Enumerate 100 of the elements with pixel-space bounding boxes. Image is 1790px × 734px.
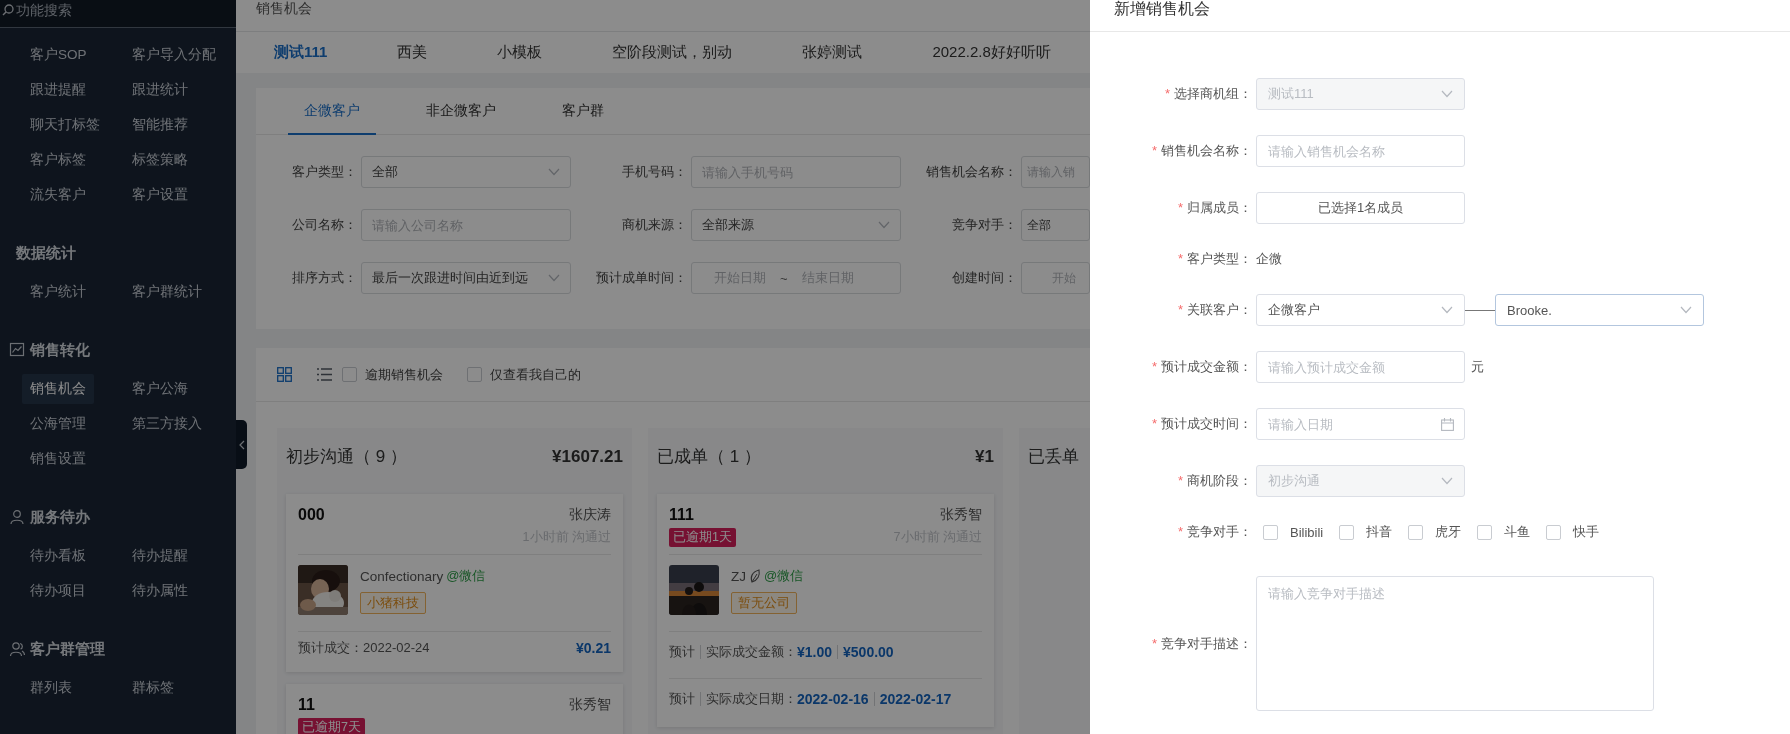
required-mark: * <box>1151 635 1157 651</box>
field-label: 实际成交金额： <box>706 643 797 661</box>
forecast-label: 预计 <box>669 643 695 661</box>
required-mark: * <box>1177 473 1183 488</box>
channel-label: @微信 <box>446 567 486 585</box>
menu-item[interactable]: 待办看板 <box>22 541 94 571</box>
tab[interactable]: 张婷测试 <box>802 43 863 62</box>
input-field[interactable]: 请输入预计成交金额 <box>1256 351 1465 383</box>
modal-overlay[interactable] <box>0 0 1090 734</box>
menu-item[interactable]: 群列表 <box>22 673 80 703</box>
tab[interactable]: 西美 <box>397 43 428 62</box>
collapse-button[interactable] <box>236 420 247 469</box>
field-label: 客户类型： <box>292 164 357 179</box>
required-mark: * <box>1177 302 1183 317</box>
menu-item[interactable]: 待办项目 <box>22 576 94 606</box>
checkbox[interactable] <box>1339 524 1355 540</box>
form-label: 预计成交时间： <box>1161 416 1252 431</box>
card-title: 000 <box>298 506 325 524</box>
menu-item[interactable]: 客户设置 <box>124 180 196 210</box>
company-tag: 暂无公司 <box>731 592 797 614</box>
menu-item[interactable]: 跟进提醒 <box>22 75 94 105</box>
menu-item[interactable]: 聊天打标签 <box>22 110 108 140</box>
form-label: 预计成交金额： <box>1161 359 1252 374</box>
form-label: 商机阶段： <box>1187 473 1252 488</box>
select-field[interactable]: 全部来源 <box>691 209 901 241</box>
form-label: 关联客户： <box>1187 302 1252 317</box>
menu-item[interactable]: 跟进统计 <box>124 75 196 105</box>
chevron-down-icon <box>878 221 890 229</box>
menu-group-title: 销售转化 <box>30 340 90 360</box>
textarea-field[interactable]: 请输入竞争对手描述 <box>1256 576 1654 711</box>
field-label: 商机来源： <box>622 217 687 232</box>
member-select-button[interactable]: 已选择1名成员 <box>1256 192 1465 224</box>
grid-icon[interactable] <box>277 367 292 382</box>
checkbox-label: 斗鱼 <box>1504 523 1531 541</box>
calendar-icon <box>1441 418 1454 431</box>
column-title: 已丢单 <box>1028 446 1079 468</box>
menu-item[interactable]: 销售设置 <box>22 444 94 474</box>
checkbox[interactable] <box>1263 524 1278 540</box>
menu-item[interactable]: 客户公海 <box>124 374 196 404</box>
required-mark: * <box>1177 524 1183 539</box>
tab[interactable]: 空阶段测试，别动 <box>612 43 733 62</box>
field-value: 企微 <box>1256 250 1282 268</box>
field-label: 销售机会名称： <box>926 164 1017 179</box>
menu-item[interactable]: 待办提醒 <box>124 541 196 571</box>
amount-value: 2022-02-17 <box>879 691 952 707</box>
required-mark: * <box>1151 416 1157 431</box>
menu-item[interactable]: 客户统计 <box>22 277 94 307</box>
menu-item[interactable]: 客户标签 <box>22 145 94 175</box>
field-label: 实际成交日期： <box>706 690 797 708</box>
menu-item[interactable]: 销售机会 <box>22 374 94 404</box>
form-label: 客户类型： <box>1187 251 1252 266</box>
menu-item[interactable]: 待办属性 <box>124 576 196 606</box>
tab[interactable]: 客户群 <box>546 88 620 135</box>
checkbox[interactable] <box>342 367 357 382</box>
tab[interactable]: 2022.2.8好好听听 <box>932 43 1051 62</box>
menu-group-title: 客户群管理 <box>30 639 105 659</box>
form-label: 归属成员： <box>1187 200 1252 215</box>
menu-item[interactable]: 智能推荐 <box>124 110 196 140</box>
column-amount: ¥1607.21 <box>552 446 623 467</box>
field-label: 创建时间： <box>952 270 1017 285</box>
checkbox-label: Bilibili <box>1290 524 1324 540</box>
tab[interactable]: 非企微客户 <box>410 88 512 135</box>
checkbox[interactable] <box>1408 524 1424 540</box>
menu-item[interactable]: 客户群统计 <box>124 277 210 307</box>
forecast-label: 预计 <box>669 690 695 708</box>
menu-item[interactable]: 客户SOP <box>22 40 95 70</box>
menu-item[interactable]: 公海管理 <box>22 409 94 439</box>
menu-item[interactable]: 第三方接入 <box>124 409 210 439</box>
page-title: 销售机会 <box>256 0 312 16</box>
checkbox[interactable] <box>467 367 482 382</box>
tab[interactable]: 测试111 <box>274 43 328 62</box>
required-mark: * <box>1151 359 1157 374</box>
menu-item[interactable]: 群标签 <box>124 673 182 703</box>
channel-label: @微信 <box>764 567 804 585</box>
required-mark: * <box>1151 143 1157 158</box>
search-field[interactable]: 功能搜索 <box>0 0 236 28</box>
tab[interactable]: 小模板 <box>497 43 543 62</box>
form-label: 销售机会名称： <box>1161 143 1252 158</box>
menu-item[interactable]: 流失客户 <box>22 180 94 210</box>
amount-value: ¥500.00 <box>843 644 894 660</box>
date-field[interactable]: 请输入日期 <box>1256 408 1465 440</box>
field-label: 公司名称： <box>292 217 357 232</box>
chevron-down-icon <box>1680 306 1692 314</box>
menu-item[interactable]: 标签策略 <box>124 145 196 175</box>
menu-item[interactable]: 客户导入分配 <box>124 40 224 70</box>
amount-value: ¥1.00 <box>797 644 833 660</box>
checkbox[interactable] <box>1546 524 1562 540</box>
list-icon[interactable] <box>317 367 332 382</box>
input-field[interactable]: 请输入销售机会名称 <box>1256 135 1465 167</box>
unit-label: 元 <box>1471 358 1484 376</box>
select-field[interactable]: Brooke. <box>1495 294 1704 326</box>
opportunity-card[interactable]: 11 张秀智 已逾期7天 <box>286 684 623 734</box>
checkbox[interactable] <box>1477 524 1493 540</box>
select-field[interactable]: 全部 <box>361 156 571 188</box>
select-field[interactable]: 企微客户 <box>1256 294 1465 326</box>
tab[interactable]: 企微客户 <box>288 88 376 135</box>
input-field[interactable]: 全部 <box>1021 209 1090 241</box>
card-title: 111 <box>669 506 694 524</box>
chevron-down-icon <box>548 168 560 176</box>
required-mark: * <box>1177 200 1183 215</box>
